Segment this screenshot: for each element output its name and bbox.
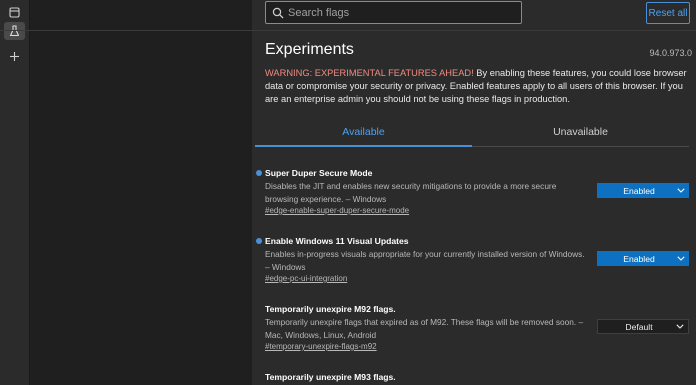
flag-link[interactable]: #temporary-unexpire-flags-m92 (265, 342, 377, 351)
chevron-down-icon (677, 188, 685, 193)
flag-link[interactable]: #edge-enable-super-duper-secure-mode (265, 206, 409, 215)
flag-item: Temporarily unexpire M92 flags. Temporar… (256, 304, 694, 354)
page-title: Experiments (265, 41, 354, 58)
flag-item: Enable Windows 11 Visual Updates Enables… (256, 236, 694, 286)
flag-item: Temporarily unexpire M93 flags. (256, 372, 694, 385)
flag-name: Temporarily unexpire M92 flags. (265, 304, 396, 314)
reset-all-button[interactable]: Reset all (646, 2, 690, 24)
vertical-tab-strip (0, 0, 30, 385)
flag-item: Super Duper Secure Mode Disables the JIT… (256, 168, 694, 218)
warning-message: WARNING: EXPERIMENTAL FEATURES AHEAD! By… (265, 67, 693, 106)
side-pane (30, 0, 252, 385)
flag-name: Temporarily unexpire M93 flags. (265, 372, 396, 382)
search-box[interactable] (265, 1, 522, 24)
flag-select-value: Default (625, 321, 653, 332)
warning-prefix: WARNING: EXPERIMENTAL FEATURES AHEAD! (265, 68, 474, 78)
flag-description: Enables in-progress visuals appropriate … (265, 249, 585, 272)
flag-select[interactable]: Enabled (597, 251, 689, 266)
tab-bar: Available Unavailable (255, 118, 689, 147)
version-label: 94.0.973.0 (649, 48, 692, 58)
plus-icon[interactable] (4, 47, 25, 65)
flag-select[interactable]: Default (597, 319, 689, 334)
flag-description: Temporarily unexpire flags that expired … (265, 317, 584, 340)
modified-indicator (256, 238, 262, 244)
chevron-down-icon (676, 324, 684, 329)
modified-indicator (256, 170, 262, 176)
search-icon (272, 7, 284, 19)
flag-description: Disables the JIT and enables new securit… (265, 181, 557, 204)
tab-available[interactable]: Available (255, 118, 472, 146)
flag-name: Enable Windows 11 Visual Updates (265, 236, 409, 246)
flag-link[interactable]: #edge-pc-ui-integration (265, 274, 347, 283)
flag-select[interactable]: Enabled (597, 183, 689, 198)
search-input[interactable] (288, 6, 508, 19)
flag-select-value: Enabled (623, 185, 655, 196)
tab-unavailable[interactable]: Unavailable (472, 118, 689, 146)
tab-selected-indicator (255, 145, 472, 147)
flag-name: Super Duper Secure Mode (265, 168, 373, 178)
chevron-down-icon (677, 256, 685, 261)
flag-select-value: Enabled (623, 253, 655, 264)
